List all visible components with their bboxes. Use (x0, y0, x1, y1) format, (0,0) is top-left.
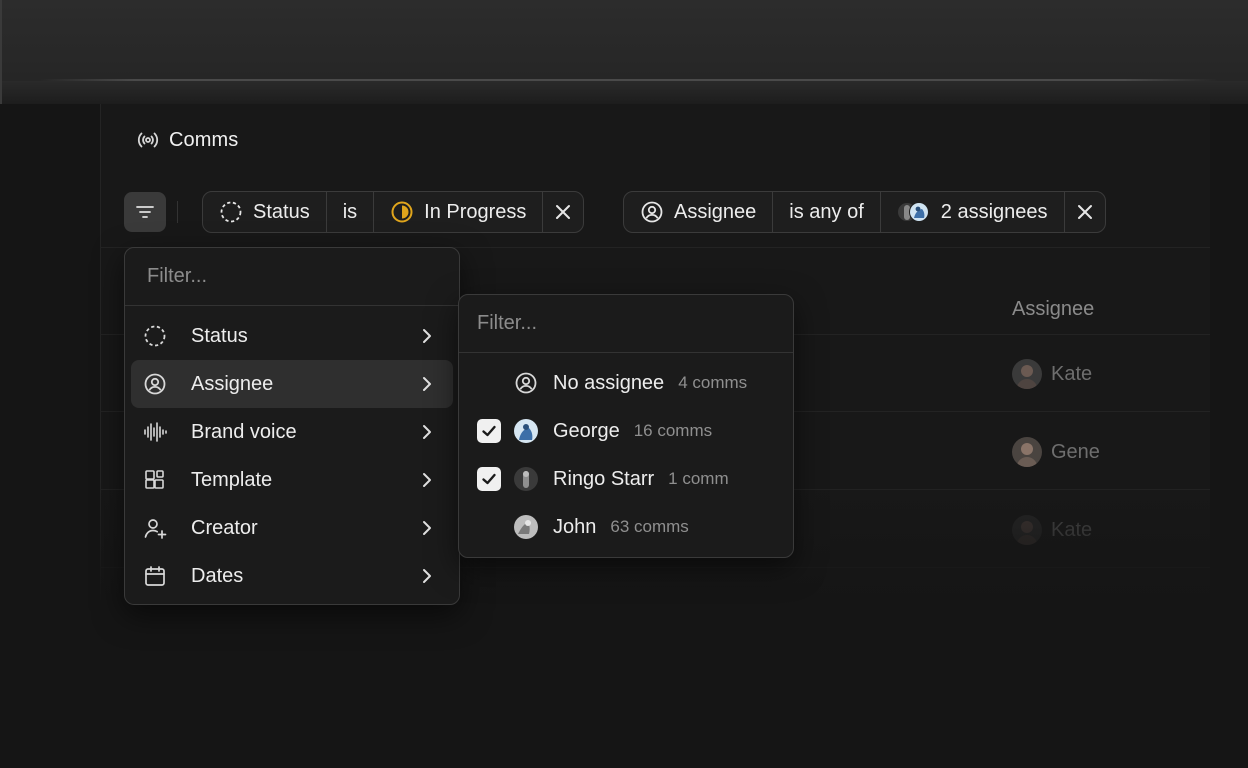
assignee-name: Kate (1051, 518, 1093, 541)
menu-item-label: Dates (191, 564, 244, 587)
menu-item-label: Template (191, 468, 273, 491)
option-count: 1 comm (668, 469, 729, 488)
filter-menu-item-brand-voice[interactable]: Brand voice (131, 408, 453, 456)
filter-menu-item-template[interactable]: Template (131, 456, 453, 504)
filter-button[interactable] (124, 192, 166, 232)
chevron-right-icon (415, 516, 439, 540)
assignee-name: Kate (1051, 362, 1093, 385)
dashed-circle-icon (219, 200, 243, 224)
dashed-circle-icon (143, 324, 167, 348)
assignee-submenu: No assignee 4 comms George 16 comms (458, 294, 794, 558)
option-count: 4 comms (678, 373, 748, 392)
option-label: George (553, 419, 620, 442)
filter-menu-item-creator[interactable]: Creator (131, 504, 453, 552)
chip-operator[interactable]: is any of (773, 192, 881, 232)
chevron-right-icon (415, 468, 439, 492)
chip-operator-label: is (342, 200, 358, 223)
avatar (1012, 359, 1042, 389)
chip-field[interactable]: Status (203, 192, 327, 232)
menu-item-label: Assignee (191, 372, 274, 395)
filter-menu-search-input[interactable] (125, 248, 459, 306)
user-plus-icon (143, 516, 167, 540)
assignee-search-input[interactable] (459, 295, 793, 353)
avatar (1012, 515, 1042, 545)
filter-menu-item-status[interactable]: Status (131, 312, 453, 360)
user-circle-icon (640, 200, 664, 224)
close-icon (1075, 202, 1095, 222)
page-title: Comms (169, 128, 239, 151)
chip-value-label: In Progress (424, 200, 527, 223)
close-icon (553, 202, 573, 222)
chip-field[interactable]: Assignee (624, 192, 774, 232)
assignee-option-no-assignee[interactable]: No assignee 4 comms (465, 359, 787, 407)
filter-menu: Status Assignee Brand voice (124, 247, 460, 605)
table-row-assignee[interactable]: Kate (1012, 515, 1092, 545)
option-count: 63 comms (610, 517, 689, 536)
assignee-filter-chip: Assignee is any of 2 assignees (623, 191, 1106, 233)
user-circle-icon (513, 370, 539, 396)
table-row-assignee[interactable]: Kate (1012, 359, 1092, 389)
filter-menu-item-assignee[interactable]: Assignee (131, 360, 453, 408)
option-label: Ringo Starr (553, 467, 655, 490)
user-circle-icon (143, 372, 167, 396)
chip-value[interactable]: 2 assignees (881, 192, 1065, 232)
chip-value-label: 2 assignees (940, 200, 1048, 223)
assignee-name: Gene (1051, 440, 1100, 463)
stacked-avatars-icon (897, 200, 931, 224)
option-label: John (553, 515, 597, 538)
window-edge (0, 0, 2, 104)
table-row-assignee[interactable]: Gene (1012, 437, 1100, 467)
toolbar-divider (177, 201, 178, 223)
option-count: 16 comms (633, 421, 713, 440)
chip-operator-label: is any of (789, 200, 864, 223)
menu-item-label: Status (191, 324, 248, 347)
chip-value[interactable]: In Progress (374, 192, 544, 232)
avatar (513, 418, 539, 444)
column-header-assignee[interactable]: Assignee (1012, 298, 1094, 321)
checkbox-checked[interactable] (477, 419, 501, 443)
top-bar (0, 0, 1248, 104)
remove-filter-button[interactable] (543, 192, 583, 232)
chip-operator[interactable]: is (327, 192, 375, 232)
checkbox-checked[interactable] (477, 467, 501, 491)
calendar-icon (143, 564, 167, 588)
assignee-option-george[interactable]: George 16 comms (465, 407, 787, 455)
page-header: Comms (136, 126, 238, 154)
assignee-option-ringo-starr[interactable]: Ringo Starr 1 comm (465, 455, 787, 503)
chevron-right-icon (415, 420, 439, 444)
option-label: No assignee (553, 371, 665, 394)
menu-item-label: Creator (191, 516, 258, 539)
checkbox[interactable] (477, 515, 501, 539)
avatar (513, 514, 539, 540)
waveform-icon (143, 420, 167, 444)
half-filled-circle-icon (390, 200, 414, 224)
filter-lines-icon (134, 201, 156, 223)
broadcast-icon (136, 128, 160, 152)
filter-menu-item-dates[interactable]: Dates (131, 552, 453, 600)
chevron-right-icon (415, 324, 439, 348)
chip-field-label: Assignee (674, 200, 757, 223)
assignee-option-john[interactable]: John 63 comms (465, 503, 787, 551)
avatar (513, 466, 539, 492)
remove-filter-button[interactable] (1065, 192, 1105, 232)
status-filter-chip: Status is In Progress (202, 191, 585, 233)
menu-item-label: Brand voice (191, 420, 297, 443)
chip-field-label: Status (253, 200, 310, 223)
avatar (1012, 437, 1042, 467)
chevron-right-icon (415, 372, 439, 396)
template-blocks-icon (143, 468, 167, 492)
chevron-right-icon (415, 564, 439, 588)
checkbox[interactable] (477, 371, 501, 395)
